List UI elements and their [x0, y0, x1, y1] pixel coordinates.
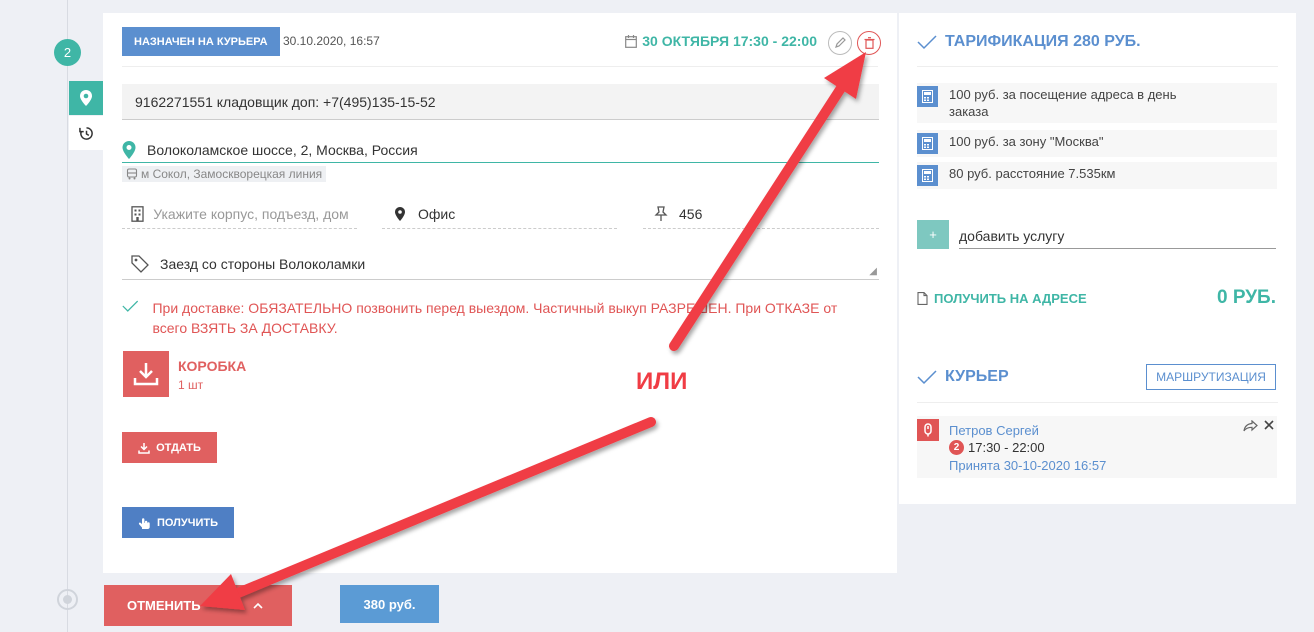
room-field[interactable]: 456	[643, 199, 879, 229]
tariff-row-text: 80 руб. расстояние 7.535км	[949, 166, 1116, 181]
step-number-badge: 2	[54, 39, 81, 66]
bus-icon	[126, 168, 138, 180]
room-value: 456	[679, 205, 703, 222]
courier-title-text: КУРЬЕР	[945, 368, 1009, 385]
status-date: 30.10.2020, 16:57	[283, 34, 380, 48]
calculator-icon	[917, 133, 938, 154]
metro-text: м Сокол, Замоскворецкая линия	[141, 167, 323, 181]
comment-text: Заезд со стороны Волоколамки	[160, 255, 366, 272]
tariff-title-text: ТАРИФИКАЦИЯ 280 РУБ.	[945, 33, 1141, 50]
chevron-up-icon	[253, 602, 263, 609]
right-panel: ТАРИФИКАЦИЯ 280 РУБ. 100 руб. за посещен…	[899, 13, 1296, 504]
location-tab[interactable]	[69, 81, 103, 115]
trash-icon	[864, 37, 874, 49]
give-button[interactable]: ОТДАТЬ	[122, 432, 217, 463]
pay-on-address-label: ПОЛУЧИТЬ НА АДРЕСЕ	[917, 291, 1087, 306]
courier-slot-text: 17:30 - 22:00	[968, 440, 1045, 455]
delete-button[interactable]	[857, 31, 881, 55]
tariff-divider	[917, 66, 1278, 67]
routing-button[interactable]: МАРШРУТИЗАЦИЯ	[1146, 364, 1276, 390]
comment-field[interactable]: Заезд со стороны Волоколамки ◢	[122, 248, 879, 280]
close-icon[interactable]	[1264, 420, 1274, 430]
delivery-window: 30 ОКТЯБРЯ 17:30 - 22:00	[625, 33, 817, 49]
share-icon[interactable]	[1243, 420, 1258, 432]
timeline-line	[67, 0, 68, 632]
calculator-icon	[917, 165, 938, 186]
route-number-badge: 2	[949, 440, 964, 455]
card-divider	[122, 66, 878, 67]
hand-pointer-icon	[138, 517, 150, 529]
status-badge: НАЗНАЧЕН НА КУРЬЕРА	[122, 27, 280, 56]
receive-button-label: ПОЛУЧИТЬ	[156, 516, 218, 529]
calendar-icon	[625, 34, 638, 48]
delivery-note-text: При доставке: ОБЯЗАТЕЛЬНО позвонить пере…	[152, 300, 838, 336]
box-item-icon	[123, 351, 169, 397]
history-icon	[78, 126, 93, 140]
add-service-button[interactable]: +	[917, 220, 949, 249]
cancel-button-label: ОТМЕНИТЬ	[127, 598, 201, 613]
order-point-card: НАЗНАЧЕН НА КУРЬЕРА 30.10.2020, 16:57 30…	[103, 13, 897, 573]
cancel-button[interactable]: ОТМЕНИТЬ	[104, 585, 292, 626]
contact-text: 9162271551 кладовщик доп: +7(495)135-15-…	[135, 93, 436, 110]
receive-button[interactable]: ПОЛУЧИТЬ	[122, 507, 234, 538]
price-button[interactable]: 380 руб.	[340, 585, 439, 623]
calculator-icon	[917, 86, 938, 107]
courier-divider	[917, 402, 1278, 403]
tag-icon	[131, 254, 149, 273]
delivery-window-text: 30 ОКТЯБРЯ 17:30 - 22:00	[642, 33, 817, 49]
tariff-row: 100 руб. за зону "Москва"	[917, 130, 1277, 157]
resize-grip-icon[interactable]: ◢	[869, 266, 877, 277]
timeline-end-marker	[57, 589, 78, 610]
checkmark-icon	[917, 34, 937, 49]
pencil-icon	[835, 37, 846, 48]
pushpin-icon	[654, 205, 668, 221]
or-annotation-label: ИЛИ	[636, 368, 688, 395]
add-service-field[interactable]: добавить услугу	[959, 223, 1276, 249]
pay-on-address-amount: 0 РУБ.	[1216, 287, 1276, 308]
contact-field[interactable]: 9162271551 кладовщик доп: +7(495)135-15-…	[122, 84, 879, 120]
item-name: КОРОБКА	[178, 358, 247, 374]
metro-tag: м Сокол, Замоскворецкая линия	[122, 166, 327, 182]
courier-title: КУРЬЕР	[917, 368, 1009, 386]
courier-accepted: Принята 30-10-2020 16:57	[949, 458, 1107, 473]
office-field[interactable]: Офис	[382, 199, 617, 229]
download-icon	[138, 442, 150, 454]
delivery-note: При доставке: ОБЯЗАТЕЛЬНО позвонить пере…	[122, 298, 872, 338]
document-icon	[917, 292, 928, 305]
map-pin-icon	[395, 206, 405, 221]
map-pin-icon	[80, 90, 92, 106]
building-input[interactable]	[153, 205, 357, 222]
office-value: Офис	[418, 205, 456, 222]
building-icon	[131, 205, 144, 222]
give-button-label: ОТДАТЬ	[156, 441, 201, 454]
tariff-row-text: 100 руб. за зону "Москва"	[949, 134, 1104, 149]
tariff-title: ТАРИФИКАЦИЯ 280 РУБ.	[917, 33, 1141, 51]
checkmark-icon	[917, 369, 937, 384]
edit-button[interactable]	[828, 31, 852, 55]
tariff-row: 100 руб. за посещение адреса в день зака…	[917, 83, 1277, 123]
courier-type-icon	[917, 419, 939, 441]
courier-card: Петров Сергей 2 17:30 - 22:00 Принята 30…	[917, 416, 1277, 478]
address-text: Волоколамское шоссе, 2, Москва, Россия	[147, 141, 418, 158]
map-pin-icon	[122, 140, 136, 159]
courier-name-link[interactable]: Петров Сергей	[949, 423, 1039, 438]
download-box-icon	[133, 363, 159, 386]
add-service-label: добавить услугу	[959, 227, 1065, 244]
building-field[interactable]	[122, 199, 357, 229]
item-quantity: 1 шт	[178, 378, 204, 392]
tariff-row: 80 руб. расстояние 7.535км	[917, 162, 1277, 189]
history-tab[interactable]	[69, 116, 103, 150]
tariff-row-text: 100 руб. за посещение адреса в день зака…	[949, 87, 1177, 119]
checkmark-icon	[122, 300, 139, 312]
pay-on-address-text: ПОЛУЧИТЬ НА АДРЕСЕ	[934, 291, 1087, 306]
address-field[interactable]: Волоколамское шоссе, 2, Москва, Россия	[122, 137, 879, 163]
courier-slot: 2 17:30 - 22:00	[949, 440, 1045, 455]
